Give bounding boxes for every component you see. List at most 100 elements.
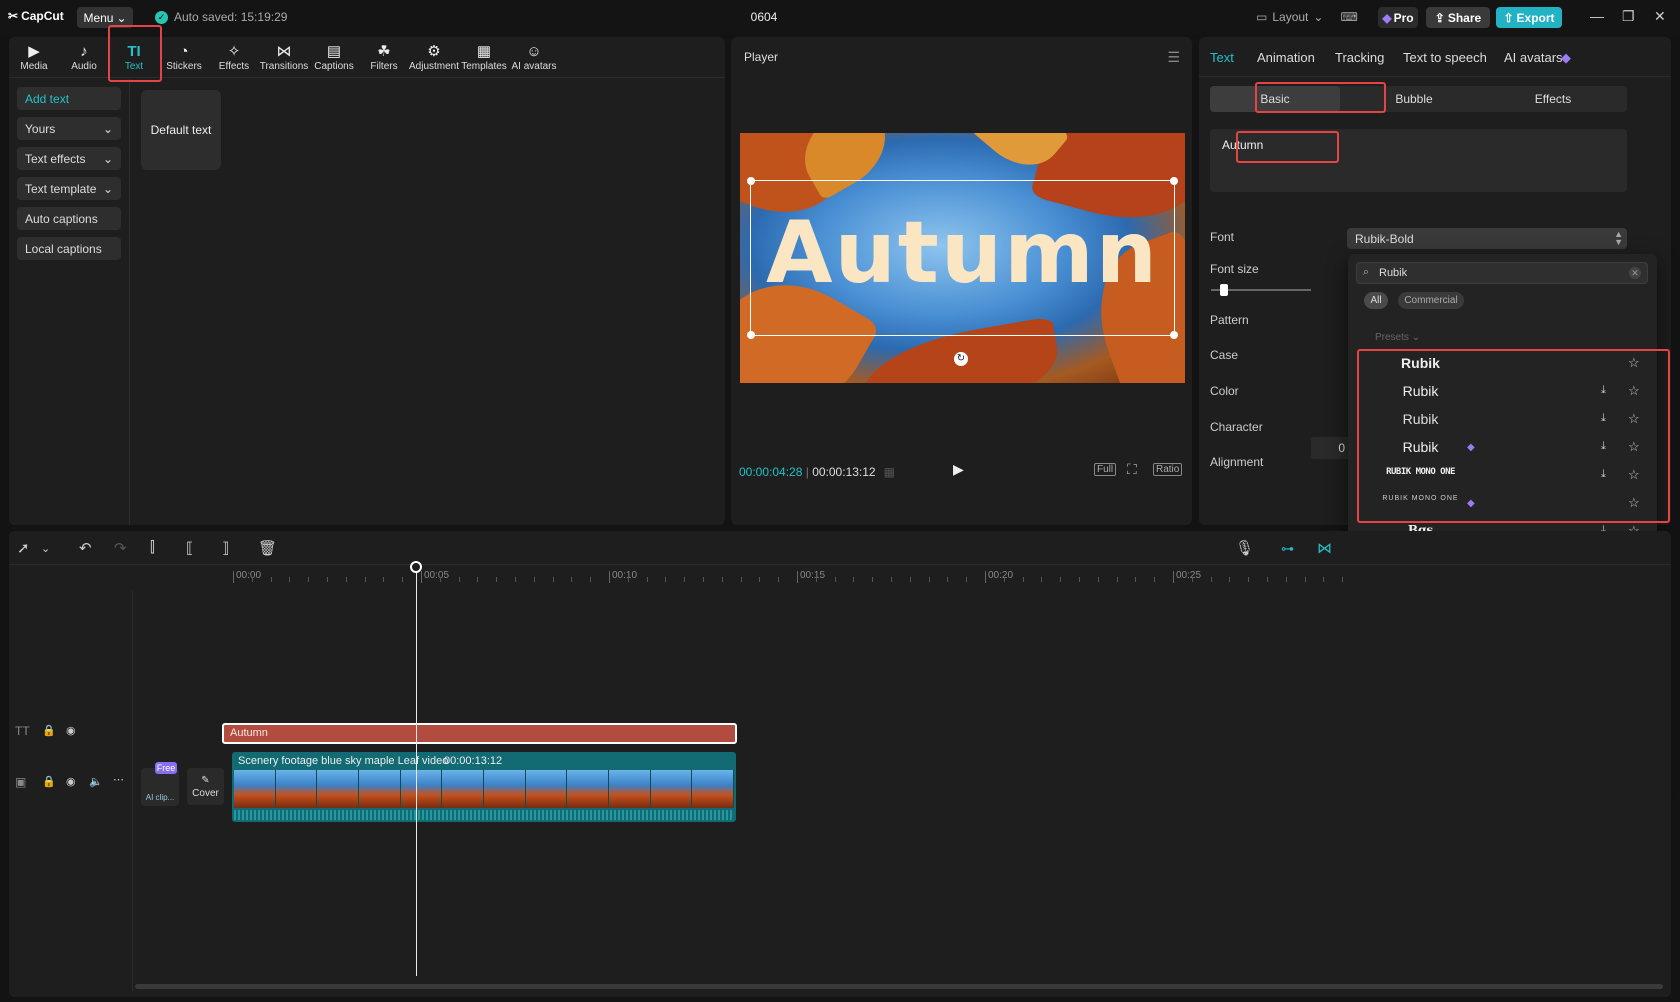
ruler-minor-tick bbox=[289, 577, 291, 582]
minimize-icon[interactable]: — bbox=[1590, 8, 1604, 24]
ruler-minor-tick bbox=[590, 577, 592, 582]
thumbnail bbox=[484, 770, 526, 808]
cover-button[interactable]: ✎ Cover bbox=[187, 768, 224, 805]
sidebar-item-auto-captions[interactable]: Auto captions bbox=[17, 207, 121, 230]
video-clip[interactable]: Scenery footage blue sky maple Leaf vide… bbox=[232, 752, 736, 822]
ruler-minor-tick bbox=[1022, 577, 1024, 582]
sidebar-item-yours[interactable]: Yours ⌄ bbox=[17, 117, 121, 140]
share-button[interactable]: ⇪ Share bbox=[1426, 7, 1490, 28]
redo-icon[interactable]: ↷ bbox=[114, 539, 127, 557]
font-size-slider[interactable] bbox=[1211, 284, 1311, 296]
tool-adjustment[interactable]: ⚙ Adjustment bbox=[409, 37, 459, 78]
split-right-icon[interactable]: ⟧ bbox=[222, 539, 229, 557]
chevron-down-icon: ⌄ bbox=[1313, 10, 1324, 24]
tool-media[interactable]: ▶ Media bbox=[9, 37, 59, 78]
time-ruler[interactable]: 00:00 00:05 00:10 00:15 00:20 00:25 bbox=[233, 565, 1353, 585]
tool-label: Captions bbox=[314, 60, 354, 72]
share-label: Share bbox=[1447, 10, 1482, 25]
resize-handle[interactable] bbox=[1170, 177, 1178, 185]
shortcut-icon[interactable]: ⌨ bbox=[1340, 10, 1357, 24]
chip-all[interactable]: All bbox=[1364, 292, 1388, 309]
eye-icon[interactable]: ◉ bbox=[66, 775, 76, 788]
link-icon[interactable]: ⊶ bbox=[1281, 541, 1294, 557]
thumbnail bbox=[317, 770, 360, 808]
ruler-minor-tick bbox=[872, 577, 874, 582]
thumbnail bbox=[442, 770, 485, 808]
subtab-effects[interactable]: Effects bbox=[1488, 86, 1618, 112]
playhead-handle[interactable] bbox=[410, 561, 422, 573]
video-preview[interactable]: Autumn ↻ bbox=[740, 133, 1185, 383]
tool-filters[interactable]: ☘ Filters bbox=[359, 37, 409, 78]
pro-label: Pro bbox=[1393, 10, 1414, 25]
tool-captions[interactable]: ▤ Captions bbox=[309, 37, 359, 78]
tool-effects[interactable]: ✧ Effects bbox=[209, 37, 259, 78]
default-text-card[interactable]: Default text bbox=[141, 90, 221, 170]
tool-ai-avatars[interactable]: ☺ AI avatars bbox=[509, 37, 559, 78]
ratio-button[interactable]: Ratio bbox=[1153, 463, 1183, 476]
grid-icon[interactable]: ▦ bbox=[884, 465, 895, 479]
screenshot-icon[interactable]: ⛶ bbox=[1127, 461, 1137, 478]
tab-animation[interactable]: Animation bbox=[1257, 50, 1315, 65]
export-button[interactable]: ⇧ Export bbox=[1496, 7, 1562, 28]
close-icon[interactable]: ✕ bbox=[1654, 8, 1666, 25]
split-icon[interactable]: ⫿ bbox=[150, 539, 155, 556]
magnet-icon[interactable]: ⋈ bbox=[1317, 539, 1332, 557]
search-icon: ⌕ bbox=[1363, 266, 1370, 278]
sidebar-item-text-effects[interactable]: Text effects ⌄ bbox=[17, 147, 121, 170]
ruler-minor-tick bbox=[1154, 577, 1156, 582]
split-left-icon[interactable]: ⟦ bbox=[186, 539, 193, 557]
sidebar-item-local-captions[interactable]: Local captions bbox=[17, 237, 121, 260]
font-select[interactable]: Rubik-Bold ▲ ▼ bbox=[1347, 228, 1627, 249]
layout-button[interactable]: ▭ Layout ⌄ ⌨ bbox=[1256, 10, 1358, 24]
tool-transitions[interactable]: ⋈ Transitions bbox=[259, 37, 309, 78]
chip-commercial[interactable]: Commercial bbox=[1398, 292, 1464, 309]
lock-icon[interactable]: 🔒 bbox=[42, 724, 56, 737]
tab-text-to-speech[interactable]: Text to speech bbox=[1403, 50, 1487, 65]
sidebar-item-add-text[interactable]: Add text bbox=[17, 87, 121, 110]
timeline-scrollbar[interactable] bbox=[135, 984, 1663, 989]
undo-icon[interactable]: ↶ bbox=[79, 539, 92, 557]
full-button[interactable]: Full bbox=[1094, 463, 1117, 476]
tool-templates[interactable]: ▦ Templates bbox=[459, 37, 509, 78]
speaker-icon[interactable]: 🔈 bbox=[89, 775, 103, 788]
tool-stickers[interactable]: ◔ Stickers bbox=[159, 37, 209, 78]
hamburger-icon[interactable]: ☰ bbox=[1167, 49, 1180, 66]
play-icon[interactable]: ▶ bbox=[953, 461, 964, 478]
character-input[interactable]: 0 bbox=[1311, 437, 1351, 459]
ruler-minor-tick bbox=[1304, 577, 1306, 582]
slider-knob[interactable] bbox=[1220, 284, 1228, 296]
sidebar-item-text-template[interactable]: Text template ⌄ bbox=[17, 177, 121, 200]
maximize-icon[interactable]: ❐ bbox=[1622, 8, 1635, 25]
more-icon[interactable]: ⋯ bbox=[113, 773, 124, 786]
ruler-minor-tick bbox=[665, 577, 667, 582]
tool-audio[interactable]: ♪ Audio bbox=[59, 37, 109, 78]
pencil-icon: ✎ bbox=[201, 774, 210, 786]
pro-button[interactable]: ◆ Pro bbox=[1378, 7, 1418, 28]
eye-icon[interactable]: ◉ bbox=[66, 724, 76, 737]
rotate-icon[interactable]: ↻ bbox=[954, 352, 968, 366]
delete-icon[interactable]: 🗑 bbox=[258, 539, 277, 557]
playhead-line[interactable] bbox=[416, 564, 417, 976]
resize-handle[interactable] bbox=[747, 331, 755, 339]
lock-icon[interactable]: 🔒 bbox=[42, 775, 56, 788]
ruler-label: 00:20 bbox=[988, 570, 1014, 581]
font-search-input[interactable]: ⌕ Rubik ✕ bbox=[1356, 262, 1648, 284]
ruler-minor-tick bbox=[1229, 577, 1231, 582]
clear-icon[interactable]: ✕ bbox=[1629, 267, 1641, 279]
tab-text[interactable]: Text bbox=[1210, 50, 1234, 65]
text-clip[interactable]: Autumn bbox=[222, 723, 737, 744]
sidebar-item-label: Yours bbox=[25, 121, 56, 136]
resize-handle[interactable] bbox=[747, 177, 755, 185]
select-tool-icon[interactable]: ➚ bbox=[17, 539, 30, 557]
tool-label: Transitions bbox=[259, 60, 309, 72]
tool-label: Adjustment bbox=[408, 60, 460, 72]
text-selection-box[interactable] bbox=[747, 177, 1178, 339]
ruler-minor-tick bbox=[533, 577, 535, 582]
ruler-minor-tick bbox=[1191, 577, 1193, 582]
microphone-icon[interactable]: 🎙 bbox=[1235, 539, 1254, 557]
resize-handle[interactable] bbox=[1170, 331, 1178, 339]
tab-ai-avatars[interactable]: AI avatars bbox=[1504, 50, 1563, 65]
tab-tracking[interactable]: Tracking bbox=[1335, 50, 1384, 65]
chevron-down-icon[interactable]: ⌄ bbox=[41, 542, 50, 555]
presets-label[interactable]: Presets ⌄ bbox=[1375, 332, 1420, 343]
